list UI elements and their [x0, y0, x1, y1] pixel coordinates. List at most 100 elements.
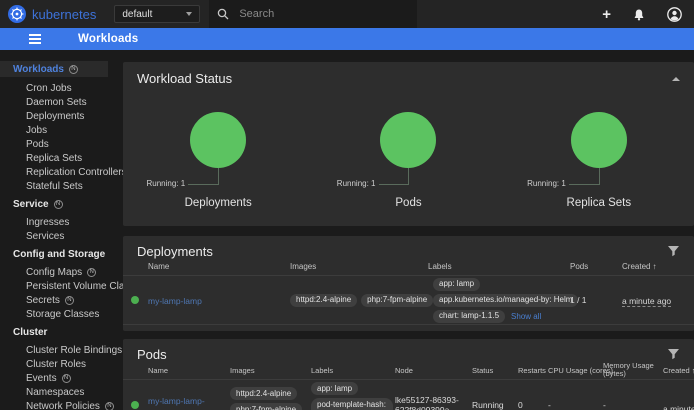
sidebar-item-events[interactable]: EventsN	[0, 371, 108, 385]
sidebar-item-services[interactable]: Services	[0, 229, 108, 243]
pod-name-link[interactable]: my-lamp-lamp-5fd985cf68-jwvz4	[148, 396, 218, 410]
status-ok-dot	[131, 296, 139, 304]
workload-status-title: Workload Status	[137, 71, 232, 86]
create-resource-button[interactable]: +	[602, 7, 611, 22]
image-chip: php:7-fpm-alpine	[230, 403, 302, 410]
top-app-bar: kubernetes default +	[0, 0, 694, 28]
deployments-pie	[190, 112, 246, 168]
col-header-memory: Memory Usage (bytes)	[603, 362, 663, 378]
label-chip: app: lamp	[433, 278, 480, 291]
col-header-name: Name	[148, 366, 230, 375]
pod-status: Running	[472, 400, 518, 410]
deployments-chart-title: Deployments	[123, 197, 313, 209]
plus-icon: +	[602, 7, 611, 22]
created-timestamp: a minute ago	[663, 404, 694, 410]
pod-table-row: my-lamp-lamp-5fd985cf68-jwvz4 httpd:2.4-…	[123, 380, 694, 410]
search-icon	[217, 8, 229, 20]
sidebar-item-storage-classes[interactable]: Storage Classes	[0, 307, 108, 321]
namespace-selected-value: default	[122, 9, 152, 20]
show-all-link[interactable]: Show all	[511, 312, 541, 321]
pod-cpu-usage: -	[548, 400, 603, 410]
menu-hamburger-icon[interactable]	[29, 34, 41, 44]
sidebar-item-cron-jobs[interactable]: Cron Jobs	[0, 81, 108, 95]
sidebar-item-secrets[interactable]: SecretsN	[0, 293, 108, 307]
replica-sets-pie	[571, 112, 627, 168]
label-chip: pod-template-hash: 5fd985cf68	[311, 398, 393, 410]
page-toolbar: Workloads	[0, 28, 694, 50]
replica-sets-chart-title: Replica Sets	[504, 197, 694, 209]
label-chip: app.kubernetes.io/managed-by: Helm	[433, 294, 578, 307]
notifications-button[interactable]	[633, 8, 645, 21]
sidebar-item-ingresses[interactable]: Ingresses	[0, 215, 108, 229]
sidebar-item-namespaces[interactable]: Namespaces	[0, 385, 108, 399]
search-box[interactable]	[209, 0, 417, 28]
filter-icon[interactable]	[667, 245, 680, 257]
col-header-name: Name	[148, 262, 290, 271]
col-header-labels: Labels	[428, 262, 570, 271]
pods-table-header: Name Images Labels Node Status Restarts …	[123, 361, 694, 380]
pods-card: Pods Name Images Labels Node Status Rest…	[123, 339, 694, 410]
sort-ascending-icon: ↑	[652, 262, 656, 271]
pods-card-title: Pods	[137, 347, 167, 362]
col-header-node: Node	[395, 366, 472, 375]
col-header-status: Status	[472, 366, 518, 375]
col-header-labels: Labels	[311, 366, 395, 375]
col-header-images: Images	[290, 262, 428, 271]
sidebar-item-stateful-sets[interactable]: Stateful Sets	[0, 179, 108, 193]
sidebar-item-config-maps[interactable]: Config MapsN	[0, 265, 108, 279]
node-name: lke55127-86393-622f8d09399a	[395, 395, 472, 410]
pod-restarts: 0	[518, 400, 548, 410]
sidebar-item-replica-sets[interactable]: Replica Sets	[0, 151, 108, 165]
sidebar-item-persistent-volume-claims[interactable]: Persistent Volume ClaimsN	[0, 279, 108, 293]
col-header-created[interactable]: Created↑	[663, 366, 694, 375]
replica-sets-running-label: Running: 1	[527, 179, 566, 188]
sidebar-item-pods[interactable]: Pods	[0, 137, 108, 151]
pods-running-label: Running: 1	[337, 179, 376, 188]
namespaced-badge-icon: N	[69, 65, 78, 74]
sidebar-nav: WorkloadsN Cron Jobs Daemon Sets Deploym…	[0, 50, 108, 410]
namespace-selector[interactable]: default	[114, 5, 200, 23]
label-chip: app: lamp	[311, 382, 358, 395]
bell-icon	[633, 8, 645, 21]
created-timestamp: a minute ago	[622, 296, 671, 307]
page-title: Workloads	[78, 33, 138, 45]
col-header-pods: Pods	[570, 262, 622, 271]
search-input[interactable]	[239, 8, 389, 20]
kubernetes-logo-icon	[8, 5, 26, 23]
collapse-card-icon[interactable]	[672, 77, 680, 81]
col-header-restarts: Restarts	[518, 366, 548, 375]
col-header-created[interactable]: Created↑	[622, 262, 694, 271]
deployments-running-label: Running: 1	[146, 179, 185, 188]
namespaced-badge-icon: N	[62, 374, 71, 383]
namespaced-badge-icon: N	[87, 268, 96, 277]
sidebar-item-workloads[interactable]: WorkloadsN	[0, 61, 108, 77]
deployment-name-link[interactable]: my-lamp-lamp	[148, 296, 202, 306]
sidebar-item-replication-controllers[interactable]: Replication Controllers	[0, 165, 108, 179]
deployments-card: Deployments Name Images Labels Pods Crea…	[123, 236, 694, 331]
namespaced-badge-icon: N	[65, 296, 74, 305]
replica-sets-status-chart: Running: 1 Replica Sets	[504, 112, 694, 226]
sidebar-section-config-and-storage: Config and Storage	[0, 247, 108, 261]
chevron-down-icon	[186, 12, 192, 16]
workload-status-card: Workload Status Running: 1 Deployments R…	[123, 62, 694, 226]
image-chip: php:7-fpm-alpine	[361, 294, 433, 307]
sidebar-item-cluster-role-bindings[interactable]: Cluster Role Bindings	[0, 343, 108, 357]
pods-status-chart: Running: 1 Pods	[313, 112, 503, 226]
image-chip: httpd:2.4-alpine	[290, 294, 357, 307]
pods-ratio: 1 / 1	[570, 295, 622, 305]
sidebar-item-cluster-roles[interactable]: Cluster Roles	[0, 357, 108, 371]
sidebar-item-jobs[interactable]: Jobs	[0, 123, 108, 137]
deployments-status-chart: Running: 1 Deployments	[123, 112, 313, 226]
sidebar-item-network-policies[interactable]: Network PoliciesN	[0, 399, 108, 410]
sidebar-item-deployments[interactable]: Deployments	[0, 109, 108, 123]
label-chip: chart: lamp-1.1.5	[433, 310, 505, 323]
sidebar-item-daemon-sets[interactable]: Daemon Sets	[0, 95, 108, 109]
image-chip: httpd:2.4-alpine	[230, 387, 297, 400]
col-header-images: Images	[230, 366, 311, 375]
pods-chart-title: Pods	[313, 197, 503, 209]
filter-icon[interactable]	[667, 348, 680, 360]
user-menu-button[interactable]	[667, 7, 682, 22]
namespaced-badge-icon: N	[54, 200, 63, 209]
sidebar-section-service: ServiceN	[0, 197, 108, 211]
main-content: Workload Status Running: 1 Deployments R…	[108, 50, 694, 410]
